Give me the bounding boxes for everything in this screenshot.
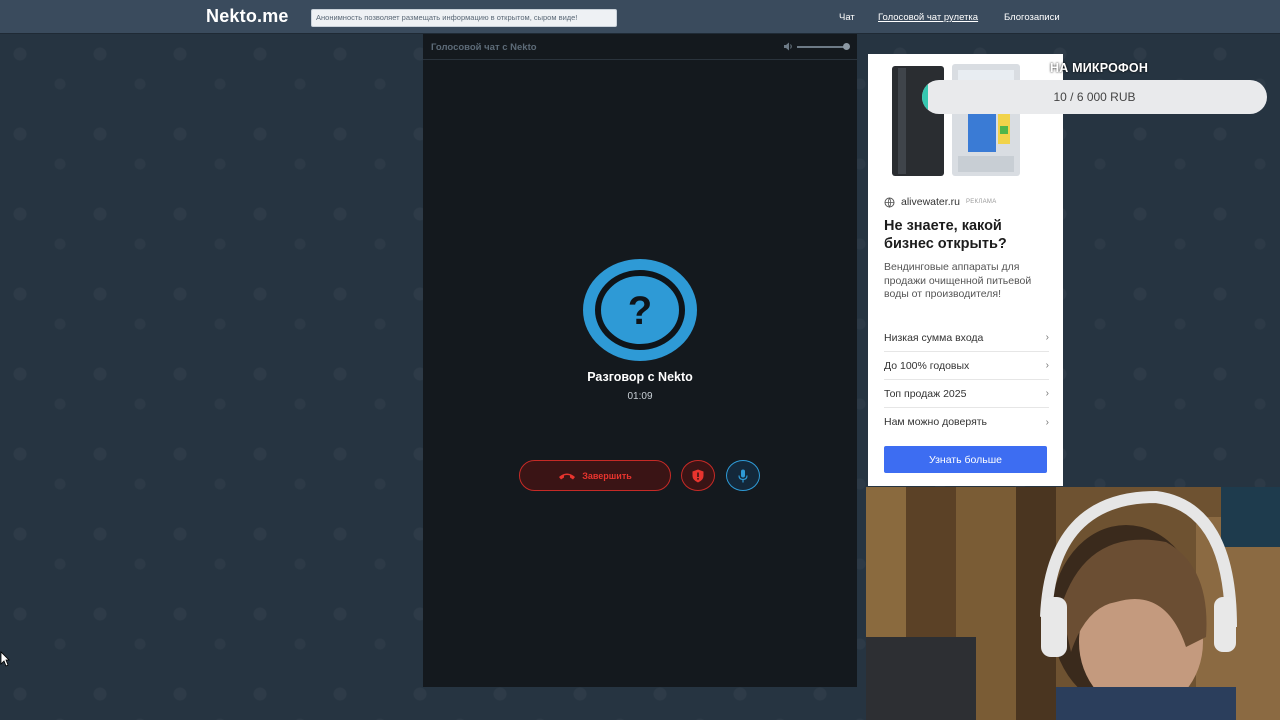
shield-icon <box>692 469 704 482</box>
donation-progress-bar: 10 / 6 000 RUB <box>922 80 1267 114</box>
peer-name: Разговор с Nekto <box>587 370 693 384</box>
hangup-icon <box>559 473 576 480</box>
ad-link[interactable]: Нам можно доверять › <box>884 408 1049 436</box>
microphone-button[interactable] <box>726 460 760 491</box>
voice-chat-panel: Голосовой чат с Nekto ? Разговор с Nekto… <box>423 34 857 687</box>
nav-link-voice-chat[interactable]: Голосовой чат рулетка <box>878 12 978 23</box>
webcam-video <box>866 487 1280 720</box>
volume-slider-track[interactable] <box>797 46 849 48</box>
ad-link-label: Топ продаж 2025 <box>884 387 967 400</box>
nav-link-blog[interactable]: Блогозаписи <box>1004 12 1060 23</box>
microphone-icon <box>738 469 748 482</box>
ad-source: alivewater.ru РЕКЛАМА <box>884 196 997 208</box>
ad-body-text: Вендинговые аппараты для продажи очищенн… <box>884 261 1032 300</box>
volume-slider-handle[interactable] <box>843 43 850 50</box>
donation-goal-title: НА МИКРОФОН <box>1050 61 1149 75</box>
ad-cta-button[interactable]: Узнать больше <box>884 446 1047 473</box>
ad-label: РЕКЛАМА <box>965 199 997 205</box>
ad-link[interactable]: Топ продаж 2025 › <box>884 380 1049 408</box>
call-timer: 01:09 <box>627 391 653 402</box>
top-navigation-bar: Nekto.me Анонимность позволяет размещать… <box>0 0 1280 34</box>
chevron-right-icon: › <box>1045 332 1049 343</box>
ad-link[interactable]: Низкая сумма входа › <box>884 324 1049 352</box>
question-mark-icon: ? <box>583 259 697 361</box>
ad-links-list: Низкая сумма входа › До 100% годовых › Т… <box>884 324 1049 436</box>
nav-link-chat[interactable]: Чат <box>839 12 855 23</box>
advertisement[interactable]: alivewater.ru РЕКЛАМА Не знаете, какой б… <box>868 54 1063 486</box>
ad-domain[interactable]: alivewater.ru <box>901 196 960 208</box>
site-logo[interactable]: Nekto.me <box>206 6 289 27</box>
report-button[interactable] <box>681 460 715 491</box>
ad-link[interactable]: До 100% годовых › <box>884 352 1049 380</box>
end-call-button[interactable]: Завершить <box>519 460 671 491</box>
speaker-icon[interactable] <box>783 41 794 52</box>
ad-link-label: Низкая сумма входа <box>884 331 984 344</box>
donation-progress-text: 10 / 6 000 RUB <box>1053 90 1136 104</box>
mouse-cursor-icon <box>0 651 10 667</box>
ad-link-label: Нам можно доверять <box>884 416 988 428</box>
svg-text:?: ? <box>628 289 652 333</box>
globe-icon <box>884 197 895 208</box>
end-call-label: Завершить <box>582 470 632 481</box>
ad-headline[interactable]: Не знаете, какой бизнес открыть? <box>884 217 1054 253</box>
notice-banner: Анонимность позволяет размещать информац… <box>311 9 617 27</box>
chevron-right-icon: › <box>1045 416 1049 428</box>
panel-header: Голосовой чат с Nekto <box>423 34 857 60</box>
chevron-right-icon: › <box>1045 388 1049 399</box>
ad-link-label: До 100% годовых <box>884 359 970 372</box>
panel-title: Голосовой чат с Nekto <box>431 42 537 53</box>
chevron-right-icon: › <box>1045 360 1049 371</box>
